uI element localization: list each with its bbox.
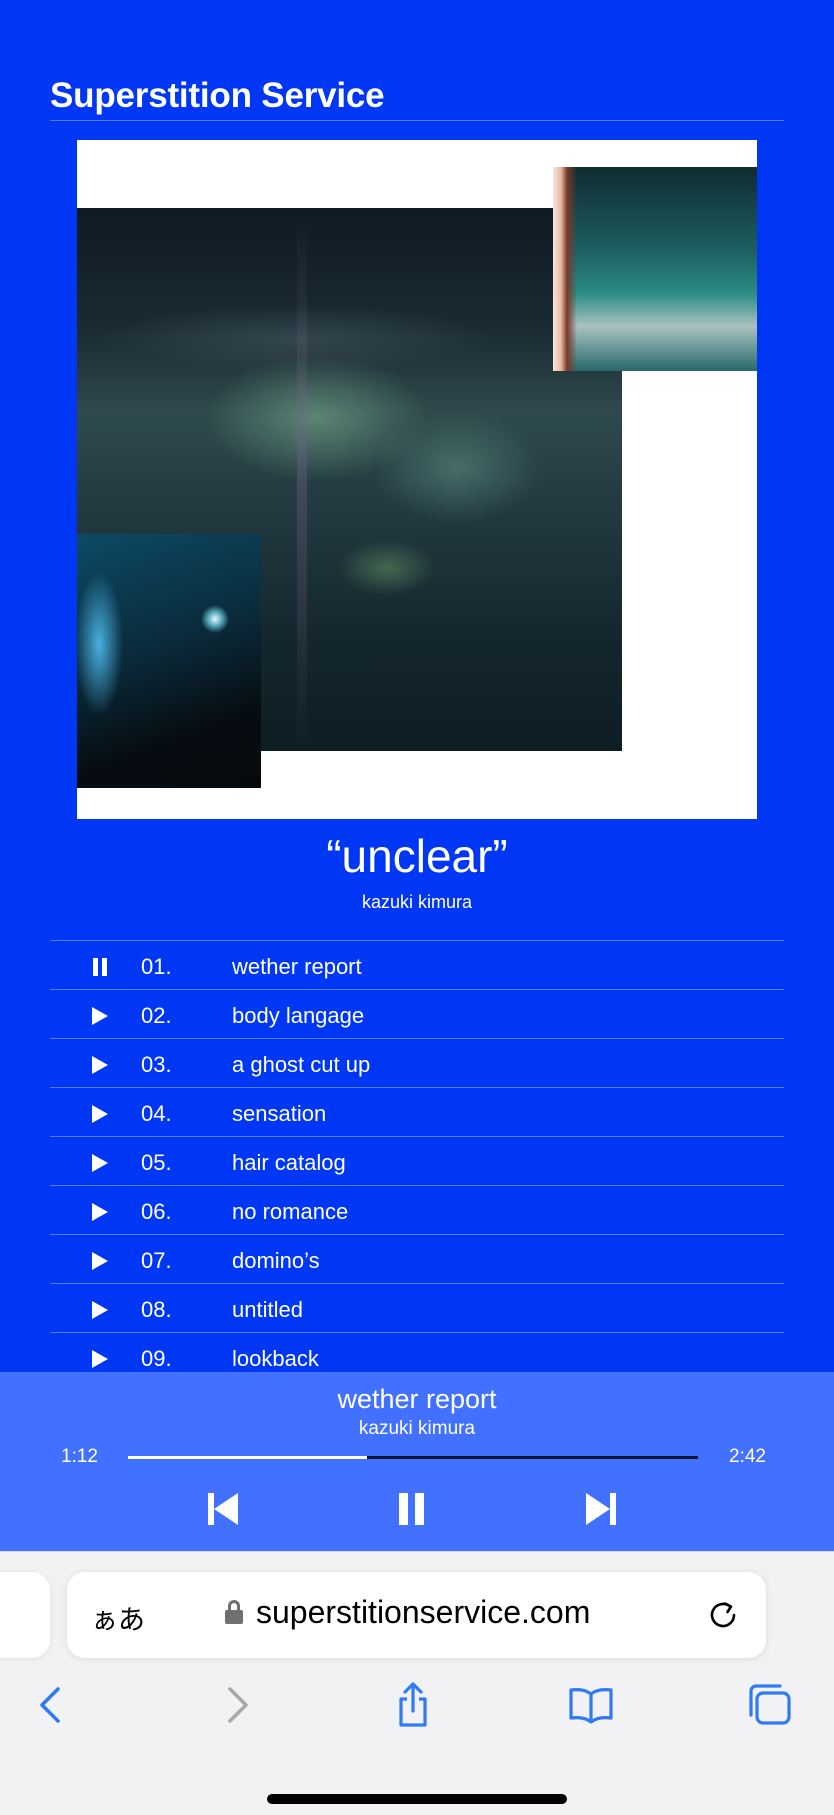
track-row[interactable]: 07. domino’s — [50, 1234, 784, 1283]
lock-icon — [225, 1600, 243, 1624]
browser-chrome: ぁあ superstitionservice.com — [0, 1551, 834, 1815]
album-title: “unclear” — [326, 830, 508, 882]
track-title[interactable]: hair catalog — [232, 1150, 346, 1176]
track-number: 08. — [141, 1297, 172, 1322]
cover-photo-bottom-left — [77, 534, 261, 788]
now-playing-artist: kazuki kimura — [358, 1418, 476, 1439]
progress-fill — [128, 1456, 368, 1459]
play-icon[interactable] — [92, 1301, 108, 1319]
next-icon[interactable] — [582, 1490, 622, 1528]
play-icon[interactable] — [92, 1007, 108, 1025]
url-text[interactable]: superstitionservice.com — [256, 1594, 590, 1631]
back-icon[interactable] — [24, 1677, 80, 1733]
previous-icon[interactable] — [204, 1490, 244, 1528]
track-title[interactable]: body langage — [232, 1003, 364, 1029]
track-title[interactable]: domino’s — [232, 1248, 320, 1274]
pause-icon[interactable] — [393, 1490, 433, 1528]
track-title[interactable]: untitled — [232, 1297, 303, 1323]
reload-icon[interactable] — [704, 1596, 742, 1634]
track-number: 02. — [141, 1003, 172, 1028]
home-indicator — [267, 1794, 567, 1804]
track-number: 06. — [141, 1199, 172, 1224]
cover-photo-top-right — [553, 167, 757, 371]
track-title[interactable]: wether report — [232, 954, 362, 980]
track-number: 04. — [141, 1101, 172, 1126]
track-row[interactable]: 08. untitled — [50, 1283, 784, 1332]
play-icon[interactable] — [92, 1056, 108, 1074]
header-divider — [50, 120, 784, 121]
address-bar[interactable]: ぁあ superstitionservice.com — [67, 1572, 766, 1658]
track-list: 01. wether report 02. body langage 03. a… — [50, 940, 784, 1381]
track-number: 03. — [141, 1052, 172, 1077]
track-number: 09. — [141, 1346, 172, 1371]
previous-tab-peek[interactable] — [0, 1572, 50, 1658]
track-title[interactable]: a ghost cut up — [232, 1052, 370, 1078]
play-icon[interactable] — [92, 1105, 108, 1123]
now-playing-title: wether report — [337, 1384, 497, 1414]
share-icon[interactable] — [385, 1677, 441, 1733]
album-cover — [77, 140, 757, 819]
current-time: 1:12 — [61, 1446, 98, 1467]
play-icon[interactable] — [92, 1252, 108, 1270]
play-icon[interactable] — [92, 1154, 108, 1172]
bookmarks-icon[interactable] — [563, 1677, 619, 1733]
track-row[interactable]: 04. sensation — [50, 1087, 784, 1136]
track-row[interactable]: 02. body langage — [50, 989, 784, 1038]
track-number: 07. — [141, 1248, 172, 1273]
pause-icon[interactable] — [92, 958, 108, 976]
track-number: 05. — [141, 1150, 172, 1175]
total-time: 2:42 — [729, 1446, 766, 1467]
track-row[interactable]: 03. a ghost cut up — [50, 1038, 784, 1087]
track-number: 01. — [141, 954, 172, 979]
track-title[interactable]: sensation — [232, 1101, 326, 1127]
site-title[interactable]: Superstition Service — [50, 76, 385, 116]
track-row[interactable]: 05. hair catalog — [50, 1136, 784, 1185]
play-icon[interactable] — [92, 1203, 108, 1221]
album-artist: kazuki kimura — [361, 892, 473, 912]
track-title[interactable]: lookback — [232, 1346, 319, 1372]
play-icon[interactable] — [92, 1350, 108, 1368]
forward-icon[interactable] — [208, 1677, 264, 1733]
now-playing-bar: wether report kazuki kimura 1:12 2:42 — [0, 1372, 834, 1551]
track-title[interactable]: no romance — [232, 1199, 348, 1225]
progress-slider[interactable] — [128, 1456, 698, 1459]
track-row[interactable]: 01. wether report — [50, 940, 784, 989]
track-row[interactable]: 06. no romance — [50, 1185, 784, 1234]
tabs-icon[interactable] — [741, 1677, 797, 1733]
page-settings-button[interactable]: ぁあ — [91, 1598, 145, 1637]
